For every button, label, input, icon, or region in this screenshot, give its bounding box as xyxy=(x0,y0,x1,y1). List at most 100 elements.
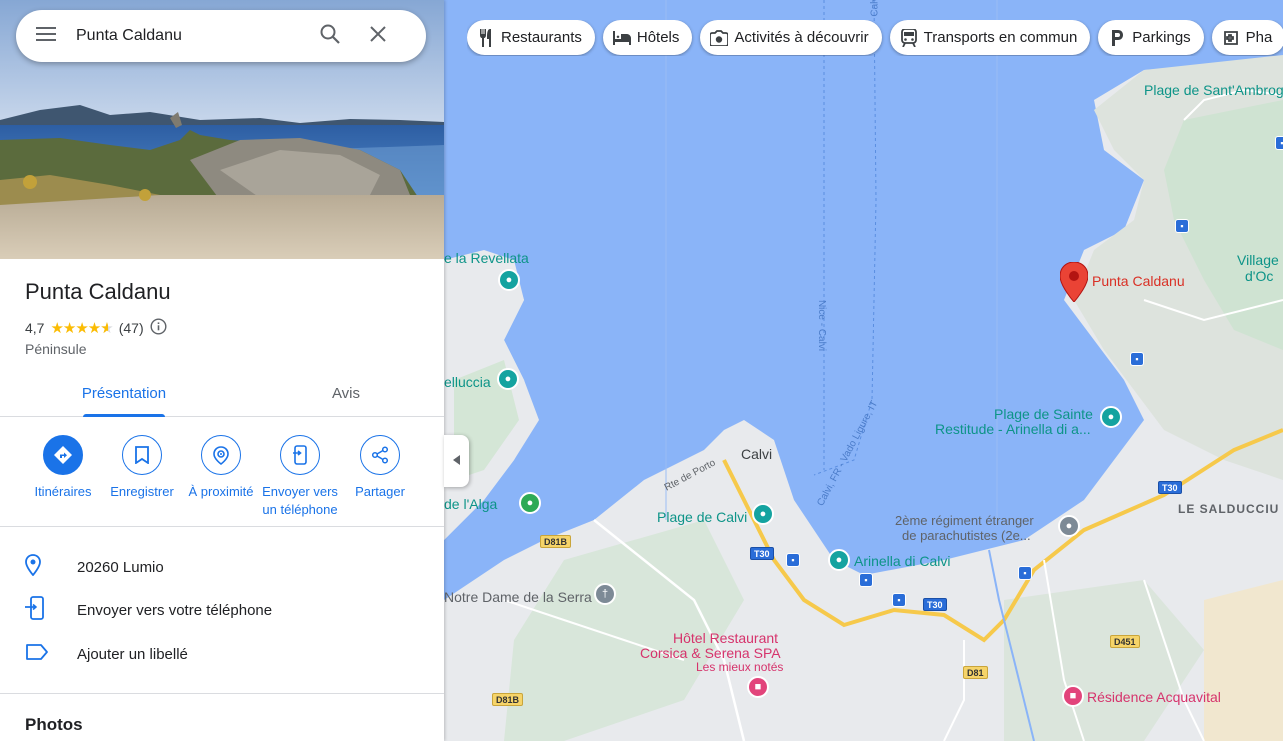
map-label-village-2[interactable]: d'Oc xyxy=(1245,268,1273,284)
share-button[interactable]: Partager xyxy=(335,435,425,501)
camera-poi-icon[interactable]: ● xyxy=(752,503,774,525)
address-text: 20260 Lumio xyxy=(77,558,164,576)
review-count-link[interactable]: (47) xyxy=(119,320,144,336)
hotel-poi-icon[interactable]: ■ xyxy=(1062,685,1084,707)
road-shield: T30 xyxy=(923,598,947,611)
address-row[interactable]: 20260 Lumio xyxy=(0,545,444,589)
share-icon xyxy=(360,435,400,475)
tab-label: Avis xyxy=(331,384,361,402)
tab-presentation[interactable]: Présentation xyxy=(12,369,236,417)
map-label-arinella[interactable]: Arinella di Calvi xyxy=(854,553,950,569)
place-category[interactable]: Péninsule xyxy=(25,341,87,357)
info-icon[interactable] xyxy=(150,318,167,338)
chip-hotels[interactable]: Hôtels xyxy=(602,20,693,55)
place-panel: Punta Caldanu 4,7 ★★★★★★ (47) Péninsule … xyxy=(0,0,444,741)
map-label-plage-sainte-1[interactable]: Plage de Sainte xyxy=(994,406,1093,422)
clear-search-button[interactable] xyxy=(354,10,402,62)
collapse-panel-button[interactable] xyxy=(444,435,469,487)
chip-label: Activités à découvrir xyxy=(734,29,869,46)
road-shield: D451 xyxy=(1110,635,1140,648)
camera-icon xyxy=(710,29,729,47)
hotel-poi-icon[interactable]: ■ xyxy=(747,676,769,698)
map-canvas[interactable]: Plage de Sant'Ambroggio e la Revellata ●… xyxy=(444,0,1283,741)
bus-stop-icon[interactable]: ▪ xyxy=(859,573,873,587)
star-rating-icon: ★★★★★ ★ xyxy=(50,320,113,337)
label-icon xyxy=(25,643,49,666)
map-label-de-lalga[interactable]: de l'Alga xyxy=(444,496,497,512)
nearby-button[interactable]: À proximité xyxy=(176,435,266,501)
camera-poi-icon[interactable]: ● xyxy=(828,549,850,571)
chip-transit[interactable]: Transports en commun xyxy=(889,20,1091,55)
chip-parkings[interactable]: Parkings xyxy=(1098,20,1204,55)
directions-icon xyxy=(43,435,83,475)
bus-stop-icon[interactable]: ▪ xyxy=(1130,352,1144,366)
action-label: Enregistrer xyxy=(110,484,174,499)
pharmacy-icon xyxy=(1222,29,1240,47)
bus-stop-icon[interactable]: ▪ xyxy=(786,553,800,567)
map-label-ferry-nice-calvi: Nice - Calvi xyxy=(816,299,828,352)
road-shield: T30 xyxy=(1158,481,1182,494)
directions-button[interactable]: Itinéraires xyxy=(18,435,108,501)
map-label-regiment-1[interactable]: 2ème régiment étranger xyxy=(895,513,1034,528)
tab-avis[interactable]: Avis xyxy=(236,369,444,417)
add-label-text: Ajouter un libellé xyxy=(77,645,188,663)
map-label-notre-dame[interactable]: Notre Dame de la Serra xyxy=(444,589,592,605)
action-label: Envoyer vers un téléphone xyxy=(262,484,338,517)
send-to-phone-icon xyxy=(280,435,320,475)
map-label-hotel-3: Les mieux notés xyxy=(696,660,784,674)
send-to-phone-row[interactable]: Envoyer vers votre téléphone xyxy=(0,588,444,632)
category-chips: Restaurants Hôtels Activités à découvrir… xyxy=(467,20,1283,56)
map-label-regiment-2[interactable]: de parachutistes (2e... xyxy=(902,528,1031,543)
place-marker-icon[interactable] xyxy=(1060,262,1088,302)
map-label-elluccia[interactable]: elluccia xyxy=(444,374,491,390)
chip-restaurants[interactable]: Restaurants xyxy=(467,20,595,55)
send-to-phone-text: Envoyer vers votre téléphone xyxy=(77,601,273,619)
save-button[interactable]: Enregistrer xyxy=(97,435,187,501)
menu-button[interactable] xyxy=(16,10,76,62)
photos-heading: Photos xyxy=(25,715,83,734)
camera-poi-icon[interactable]: ● xyxy=(497,368,519,390)
road-shield: D81B xyxy=(492,693,524,706)
rating-row: 4,7 ★★★★★ ★ (47) xyxy=(25,318,167,338)
bus-stop-icon[interactable]: ▪ xyxy=(1275,136,1283,150)
map-label-punta-caldanu[interactable]: Punta Caldanu xyxy=(1092,273,1185,289)
chip-activities[interactable]: Activités à découvrir xyxy=(700,20,882,55)
bus-stop-icon[interactable]: ▪ xyxy=(1175,219,1189,233)
nearby-icon xyxy=(201,435,241,475)
phone-icon xyxy=(25,595,45,625)
map-label-plage-sant-ambroggio[interactable]: Plage de Sant'Ambroggio xyxy=(1144,82,1283,98)
camera-poi-icon[interactable]: ● xyxy=(1100,406,1122,428)
bus-stop-icon[interactable]: ▪ xyxy=(892,593,906,607)
camera-poi-icon[interactable]: ● xyxy=(498,269,520,291)
road-shield: D81B xyxy=(540,535,572,548)
church-poi-icon[interactable]: † xyxy=(594,583,616,605)
map-label-village-1[interactable]: Village xyxy=(1237,252,1279,268)
map-label-hotel-1[interactable]: Hôtel Restaurant xyxy=(673,630,778,646)
map-label-plage-sainte-2[interactable]: Restitude - Arinella di a... xyxy=(935,421,1091,437)
send-to-phone-button[interactable]: Envoyer vers un téléphone xyxy=(255,435,345,519)
park-poi-icon[interactable]: ● xyxy=(519,492,541,514)
map-label-hotel-2[interactable]: Corsica & Serena SPA xyxy=(640,645,781,661)
map-label-residence[interactable]: Résidence Acquavital xyxy=(1087,689,1221,705)
action-buttons: Itinéraires Enregistrer À proximité Envo… xyxy=(0,417,444,527)
chip-label: Hôtels xyxy=(636,29,680,46)
landmark-poi-icon[interactable]: ● xyxy=(1058,515,1080,537)
chip-label: Transports en commun xyxy=(923,29,1078,46)
place-title: Punta Caldanu xyxy=(25,279,171,304)
search-button[interactable] xyxy=(306,10,354,62)
road-shield: D81 xyxy=(963,666,988,679)
search-box xyxy=(16,10,426,62)
bus-stop-icon[interactable]: ▪ xyxy=(1018,566,1032,580)
search-input[interactable] xyxy=(76,16,306,56)
bookmark-icon xyxy=(122,435,162,475)
add-label-row[interactable]: Ajouter un libellé xyxy=(0,632,444,676)
chip-label: Pha xyxy=(1245,29,1273,46)
map-label-plage-de-calvi[interactable]: Plage de Calvi xyxy=(657,509,747,525)
rating-value: 4,7 xyxy=(25,320,45,336)
map-label-la-revellata[interactable]: e la Revellata xyxy=(444,250,529,266)
hotel-icon xyxy=(612,29,631,47)
chip-pharmacies[interactable]: Pha xyxy=(1211,20,1283,55)
place-info-list: 20260 Lumio Envoyer vers votre téléphone… xyxy=(0,527,444,694)
map-label-calvi[interactable]: Calvi xyxy=(741,446,772,462)
place-tabs: Présentation Avis xyxy=(0,369,444,417)
